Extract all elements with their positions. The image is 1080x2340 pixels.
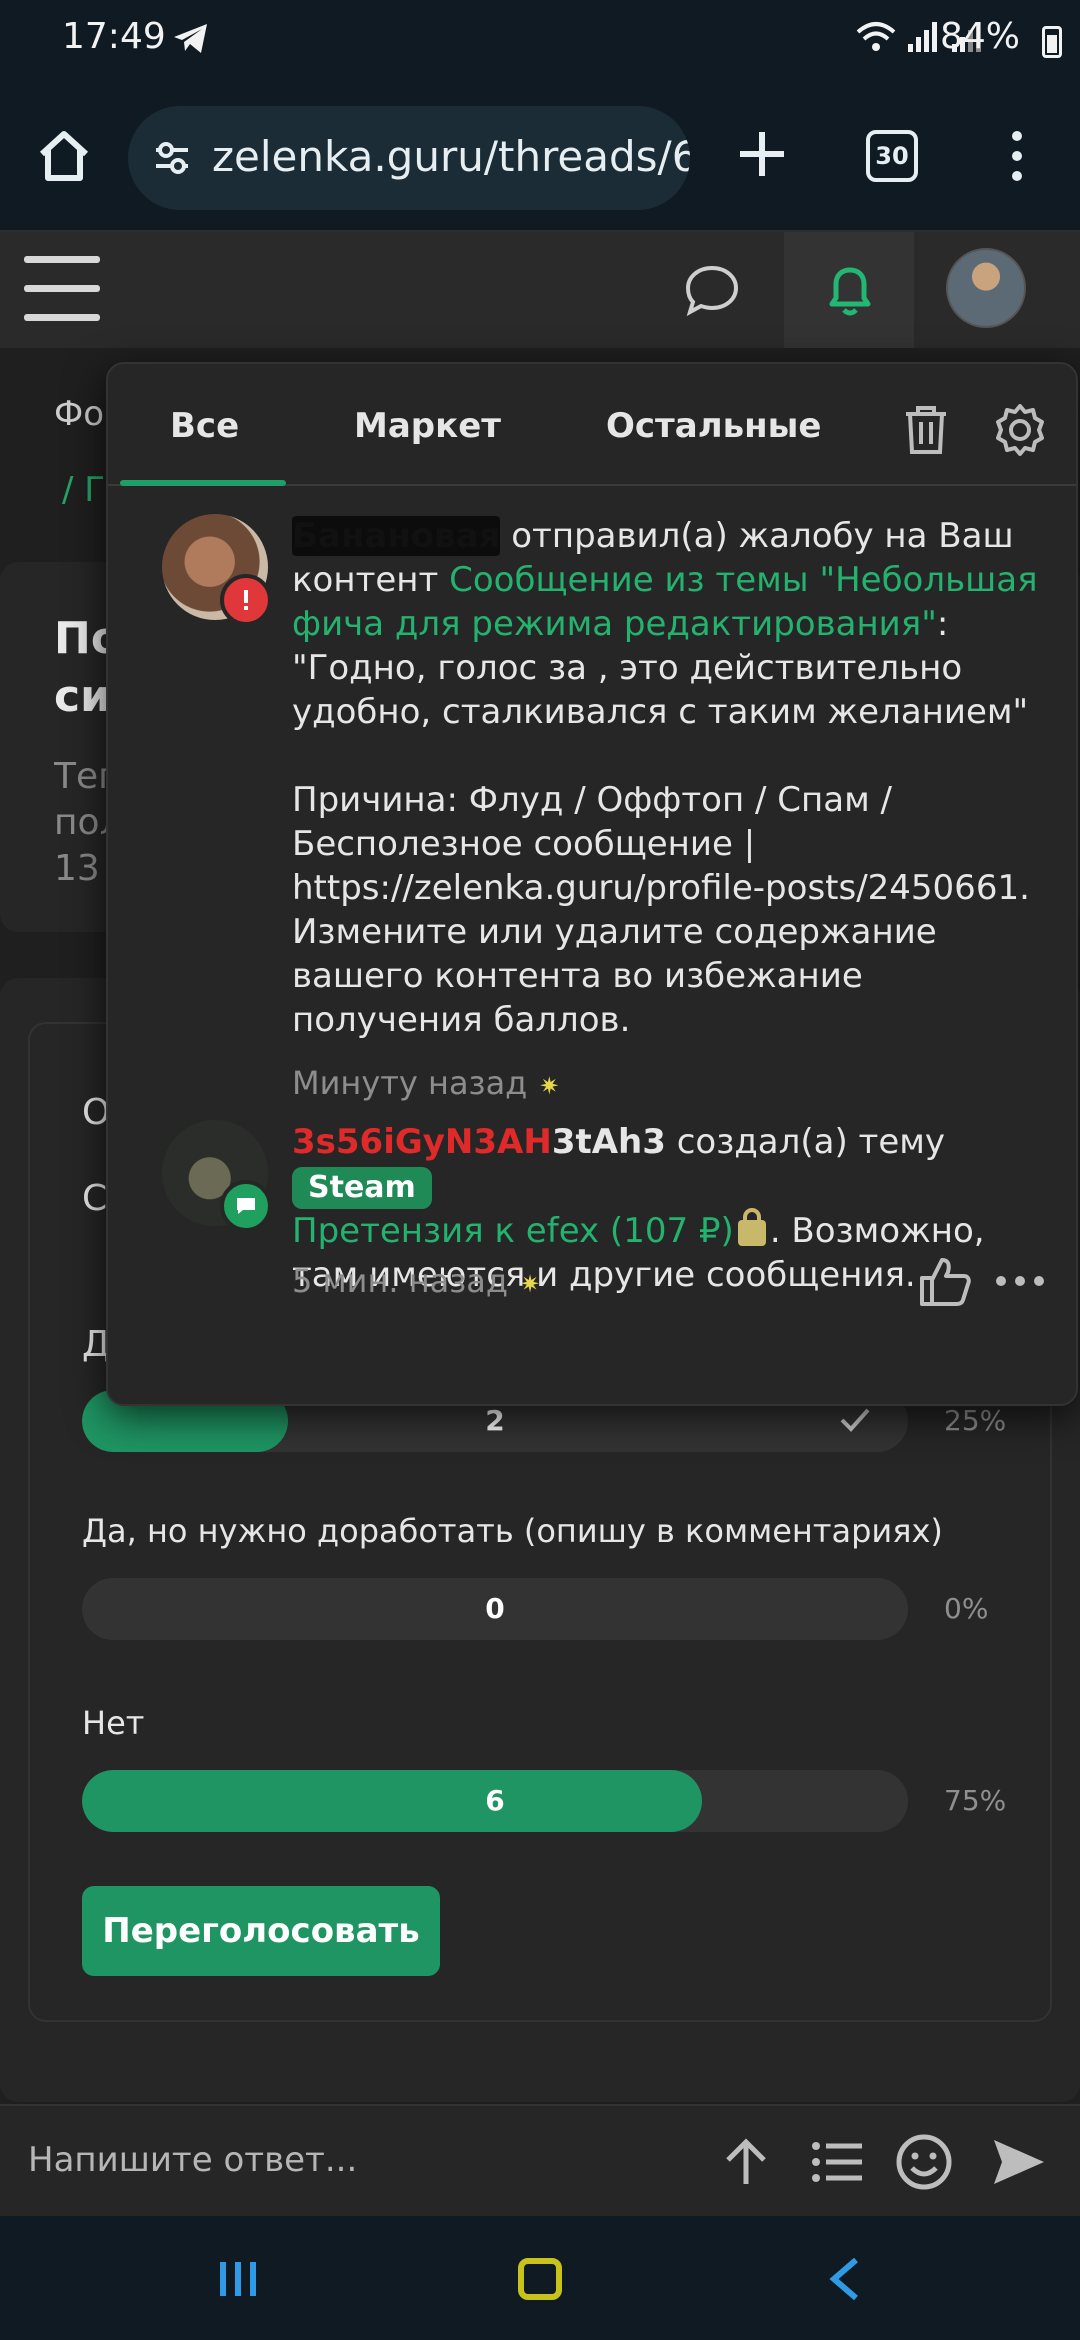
- send-icon[interactable]: [988, 2132, 1048, 2192]
- sparkle-icon: ✷: [520, 1270, 541, 1298]
- check-icon: [840, 1408, 870, 1432]
- sparkle-icon: ✷: [539, 1072, 560, 1100]
- alert-colon: :: [936, 604, 949, 644]
- poll-percent: 0%: [944, 1592, 989, 1625]
- battery-icon: [1042, 26, 1062, 58]
- alerts-tabs: Все Маркет Остальные: [108, 364, 1076, 486]
- tab-other[interactable]: Остальные: [606, 406, 821, 446]
- poll-count: 0: [485, 1592, 505, 1625]
- menu-icon[interactable]: [24, 256, 100, 324]
- telegram-icon: [174, 24, 207, 53]
- conversations-icon[interactable]: [682, 262, 742, 318]
- arrow-up-icon[interactable]: [716, 2132, 776, 2192]
- back-icon[interactable]: [826, 2256, 862, 2302]
- alert-text: Банановая отправил(а) жалобу на Ваш конт…: [292, 514, 1052, 1042]
- poll-bar-2[interactable]: 0: [82, 1578, 908, 1640]
- breadcrumb[interactable]: Фо: [54, 394, 104, 434]
- bell-icon: [829, 267, 871, 316]
- active-tab-indicator: [120, 480, 286, 486]
- alert-username[interactable]: 3s56iGyN3AH: [292, 1122, 552, 1162]
- trash-icon[interactable]: [902, 404, 950, 456]
- alert-action: создал(а) тему: [665, 1122, 946, 1162]
- alerts-dropdown: Все Маркет Остальные Банановая отправил(…: [106, 362, 1078, 1406]
- report-badge-icon: [220, 574, 272, 626]
- thread-meta: Тег пол 13: [54, 756, 114, 889]
- list-icon[interactable]: [806, 2132, 866, 2192]
- alert-thread-link[interactable]: Претензия к efex (107 ₽): [292, 1211, 734, 1251]
- poll-percent: 25%: [944, 1404, 1007, 1437]
- address-bar[interactable]: zelenka.guru/threads/6: [128, 106, 690, 210]
- user-avatar[interactable]: [946, 248, 1026, 328]
- like-icon[interactable]: [918, 1254, 972, 1308]
- home-icon[interactable]: [36, 128, 92, 184]
- site-header: [0, 232, 1080, 348]
- status-time: 17:49: [62, 16, 166, 57]
- reply-bar: Напишите ответ...: [0, 2104, 1080, 2216]
- poll-bar-3[interactable]: 6: [82, 1770, 908, 1832]
- thread-badge-icon: [220, 1180, 272, 1232]
- browser-toolbar: zelenka.guru/threads/6 30: [0, 80, 1080, 232]
- new-tab-icon[interactable]: [736, 128, 788, 180]
- home-nav-icon[interactable]: [518, 2258, 562, 2300]
- poll-count: 2: [485, 1404, 505, 1437]
- browser-menu-icon[interactable]: [1000, 126, 1034, 186]
- alert-username[interactable]: Банановая: [292, 516, 501, 556]
- poll-percent: 75%: [944, 1784, 1007, 1817]
- emoji-icon[interactable]: [894, 2132, 954, 2192]
- site-settings-icon[interactable]: [152, 138, 192, 178]
- alert-time: Минуту назад ✷: [292, 1064, 559, 1102]
- alert-reason: Причина: Флуд / Оффтоп / Спам / Бесполез…: [292, 780, 1030, 1040]
- battery-percent: 84%: [939, 16, 1020, 57]
- poll-option-label: Нет: [82, 1704, 145, 1742]
- alert-quote: "Годно, голос за , это действительно удо…: [292, 648, 1029, 732]
- tab-all[interactable]: Все: [170, 406, 239, 446]
- lock-icon: [737, 1208, 766, 1246]
- gear-icon[interactable]: [992, 402, 1048, 458]
- url-text: zelenka.guru/threads/6: [212, 132, 690, 181]
- recents-icon[interactable]: [218, 2260, 258, 2298]
- poll-count: 6: [485, 1784, 505, 1817]
- status-bar: 17:49 84%: [0, 0, 1080, 80]
- reply-input[interactable]: Напишите ответ...: [28, 2140, 357, 2180]
- tab-market[interactable]: Маркет: [354, 406, 501, 446]
- wifi-icon: [856, 22, 896, 51]
- alert-time-text: Минуту назад: [292, 1064, 528, 1102]
- alert-username-rest[interactable]: 3tAh3: [552, 1122, 666, 1162]
- revote-button[interactable]: Переголосовать: [82, 1886, 440, 1976]
- alert-time-text: 5 мин. назад: [292, 1262, 509, 1300]
- system-nav-bar: [0, 2216, 1080, 2340]
- tab-switcher-button[interactable]: 30: [866, 130, 918, 182]
- alerts-button[interactable]: [784, 232, 914, 348]
- breadcrumb-sub[interactable]: / Г: [62, 470, 105, 510]
- alert-time: 5 мин. назад ✷: [292, 1262, 540, 1300]
- more-icon[interactable]: [994, 1274, 1046, 1288]
- prefix-tag: Steam: [292, 1167, 432, 1209]
- signal-icon: [908, 22, 937, 52]
- poll-question-line2: С: [82, 1178, 108, 1219]
- poll-option-label: Да, но нужно доработать (опишу в коммент…: [82, 1512, 943, 1550]
